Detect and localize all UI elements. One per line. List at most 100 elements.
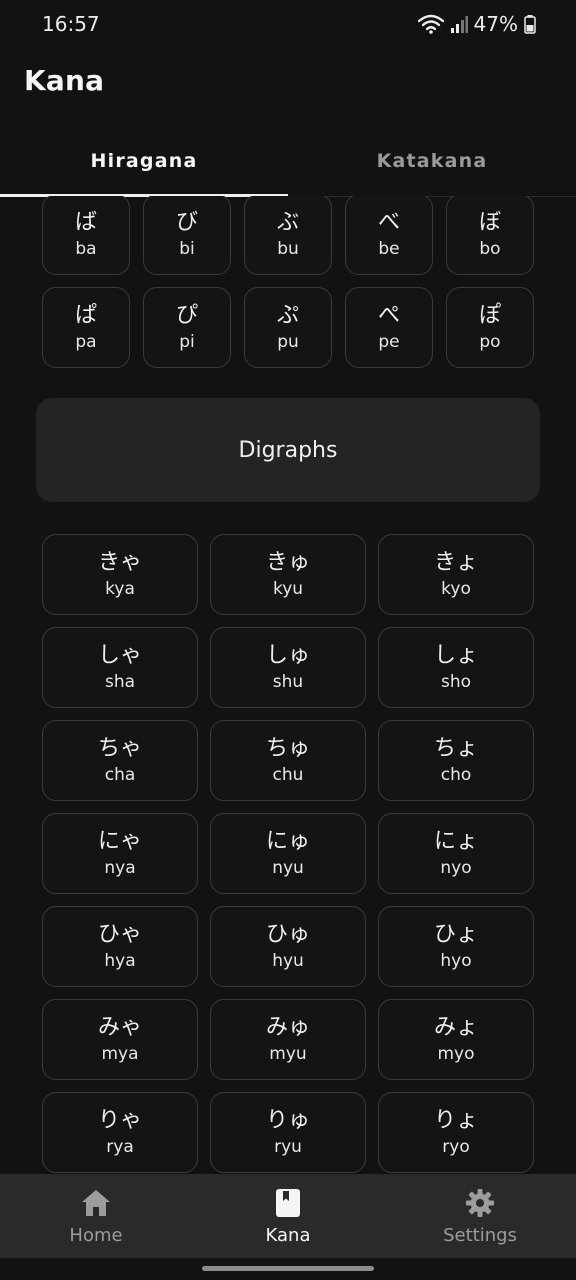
- status-time: 16:57: [42, 12, 100, 36]
- digraph-card[interactable]: にゅ nyu: [210, 813, 366, 894]
- nav-item-settings[interactable]: Settings: [384, 1174, 576, 1258]
- gesture-handle[interactable]: [202, 1266, 374, 1271]
- kana-romaji: pu: [277, 331, 299, 352]
- tab-label: Hiragana: [90, 150, 198, 172]
- kana-card[interactable]: ぷ pu: [244, 287, 332, 368]
- digraph-card[interactable]: しょ sho: [378, 627, 534, 708]
- kana-char: みゅ: [265, 1014, 310, 1040]
- kana-char: ちゃ: [97, 735, 142, 761]
- bottom-navigation: Home Kana Settings: [0, 1174, 576, 1258]
- kana-card[interactable]: ぶ bu: [244, 196, 332, 275]
- digraph-card[interactable]: にょ nyo: [378, 813, 534, 894]
- book-icon: [275, 1187, 301, 1219]
- kana-romaji: chu: [272, 764, 304, 785]
- kana-romaji: kyo: [441, 578, 471, 599]
- kana-romaji: cha: [104, 764, 136, 785]
- digraph-card[interactable]: ひゅ hyu: [210, 906, 366, 987]
- digraph-card[interactable]: きゅ kyu: [210, 534, 366, 615]
- kana-char: きゃ: [97, 549, 142, 575]
- kana-romaji: mya: [101, 1043, 139, 1064]
- kana-char: りゃ: [97, 1107, 142, 1133]
- tab-bar: Hiragana Katakana: [0, 128, 576, 197]
- digraph-card[interactable]: ちょ cho: [378, 720, 534, 801]
- kana-romaji: bi: [179, 238, 195, 259]
- kana-card[interactable]: ぺ pe: [345, 287, 433, 368]
- digraph-card[interactable]: きゃ kya: [42, 534, 198, 615]
- digraph-card[interactable]: にゃ nya: [42, 813, 198, 894]
- nav-item-kana[interactable]: Kana: [192, 1174, 384, 1258]
- kana-romaji: hya: [104, 950, 136, 971]
- kana-romaji: bo: [479, 238, 501, 259]
- kana-char: ぶ: [276, 209, 299, 235]
- kana-card[interactable]: ぴ pi: [143, 287, 231, 368]
- kana-card[interactable]: ぱ pa: [42, 287, 130, 368]
- kana-romaji: hyu: [272, 950, 304, 971]
- kana-romaji: po: [479, 331, 501, 352]
- kana-char: みょ: [433, 1014, 478, 1040]
- digraph-card[interactable]: みゃ mya: [42, 999, 198, 1080]
- kana-romaji: sho: [440, 671, 472, 692]
- kana-char: にょ: [433, 828, 478, 854]
- kana-romaji: cho: [440, 764, 472, 785]
- nav-item-home[interactable]: Home: [0, 1174, 192, 1258]
- kana-romaji: nyo: [440, 857, 472, 878]
- signal-icon: [450, 14, 468, 34]
- kana-char: ひゅ: [265, 921, 310, 947]
- tab-katakana[interactable]: Katakana: [288, 128, 576, 196]
- kana-char: しゃ: [97, 642, 142, 668]
- tab-hiragana[interactable]: Hiragana: [0, 128, 288, 197]
- kana-char: にゅ: [265, 828, 310, 854]
- kana-list[interactable]: ば ba び bi ぶ bu べ be ぼ bo ぱ pa ぴ pi ぷ pu …: [0, 196, 576, 1174]
- digraph-card[interactable]: みゅ myu: [210, 999, 366, 1080]
- kana-romaji: bu: [277, 238, 299, 259]
- kana-char: しょ: [433, 642, 478, 668]
- digraph-grid: きゃ kya きゅ kyu きょ kyo しゃ sha しゅ shu しょ sho ちゃ ch…: [42, 534, 534, 1173]
- kana-card[interactable]: ぽ po: [446, 287, 534, 368]
- kana-romaji: rya: [106, 1136, 134, 1157]
- digraph-card[interactable]: しゅ shu: [210, 627, 366, 708]
- kana-char: しゅ: [265, 642, 310, 668]
- kana-romaji: be: [378, 238, 400, 259]
- kana-card[interactable]: べ be: [345, 196, 433, 275]
- kana-char: ぽ: [478, 302, 501, 328]
- kana-char: きょ: [433, 549, 478, 575]
- kana-char: りゅ: [265, 1107, 310, 1133]
- kana-romaji: pi: [179, 331, 195, 352]
- kana-card[interactable]: ば ba: [42, 196, 130, 275]
- kana-romaji: hyo: [440, 950, 472, 971]
- kana-char: きゅ: [265, 549, 310, 575]
- digraph-card[interactable]: きょ kyo: [378, 534, 534, 615]
- digraph-card[interactable]: ひょ hyo: [378, 906, 534, 987]
- digraph-card[interactable]: しゃ sha: [42, 627, 198, 708]
- kana-romaji: kyu: [272, 578, 304, 599]
- kana-romaji: kya: [105, 578, 135, 599]
- kana-card[interactable]: び bi: [143, 196, 231, 275]
- kana-romaji: sha: [104, 671, 136, 692]
- kana-romaji: ryu: [274, 1136, 302, 1157]
- status-bar: 16:57 47%: [0, 0, 576, 52]
- kana-char: ぱ: [74, 302, 97, 328]
- digraph-card[interactable]: りゅ ryu: [210, 1092, 366, 1173]
- home-icon: [80, 1187, 112, 1219]
- kana-card[interactable]: ぼ bo: [446, 196, 534, 275]
- nav-label: Settings: [443, 1224, 517, 1246]
- digraph-card[interactable]: ちゅ chu: [210, 720, 366, 801]
- kana-char: ぴ: [175, 302, 198, 328]
- digraph-card[interactable]: りゃ rya: [42, 1092, 198, 1173]
- section-header-digraphs: Digraphs: [36, 398, 540, 502]
- digraph-card[interactable]: ちゃ cha: [42, 720, 198, 801]
- kana-char: ぼ: [478, 209, 501, 235]
- kana-romaji: ba: [75, 238, 97, 259]
- digraph-card[interactable]: りょ ryo: [378, 1092, 534, 1173]
- kana-romaji: pa: [75, 331, 97, 352]
- kana-romaji: shu: [272, 671, 304, 692]
- kana-row-p: ぱ pa ぴ pi ぷ pu ぺ pe ぽ po: [42, 287, 534, 368]
- kana-romaji: myu: [269, 1043, 307, 1064]
- kana-char: みゃ: [97, 1014, 142, 1040]
- kana-romaji: pe: [378, 331, 400, 352]
- kana-romaji: nyu: [272, 857, 304, 878]
- kana-char: ちゅ: [265, 735, 310, 761]
- digraph-card[interactable]: みょ myo: [378, 999, 534, 1080]
- kana-romaji: myo: [437, 1043, 475, 1064]
- digraph-card[interactable]: ひゃ hya: [42, 906, 198, 987]
